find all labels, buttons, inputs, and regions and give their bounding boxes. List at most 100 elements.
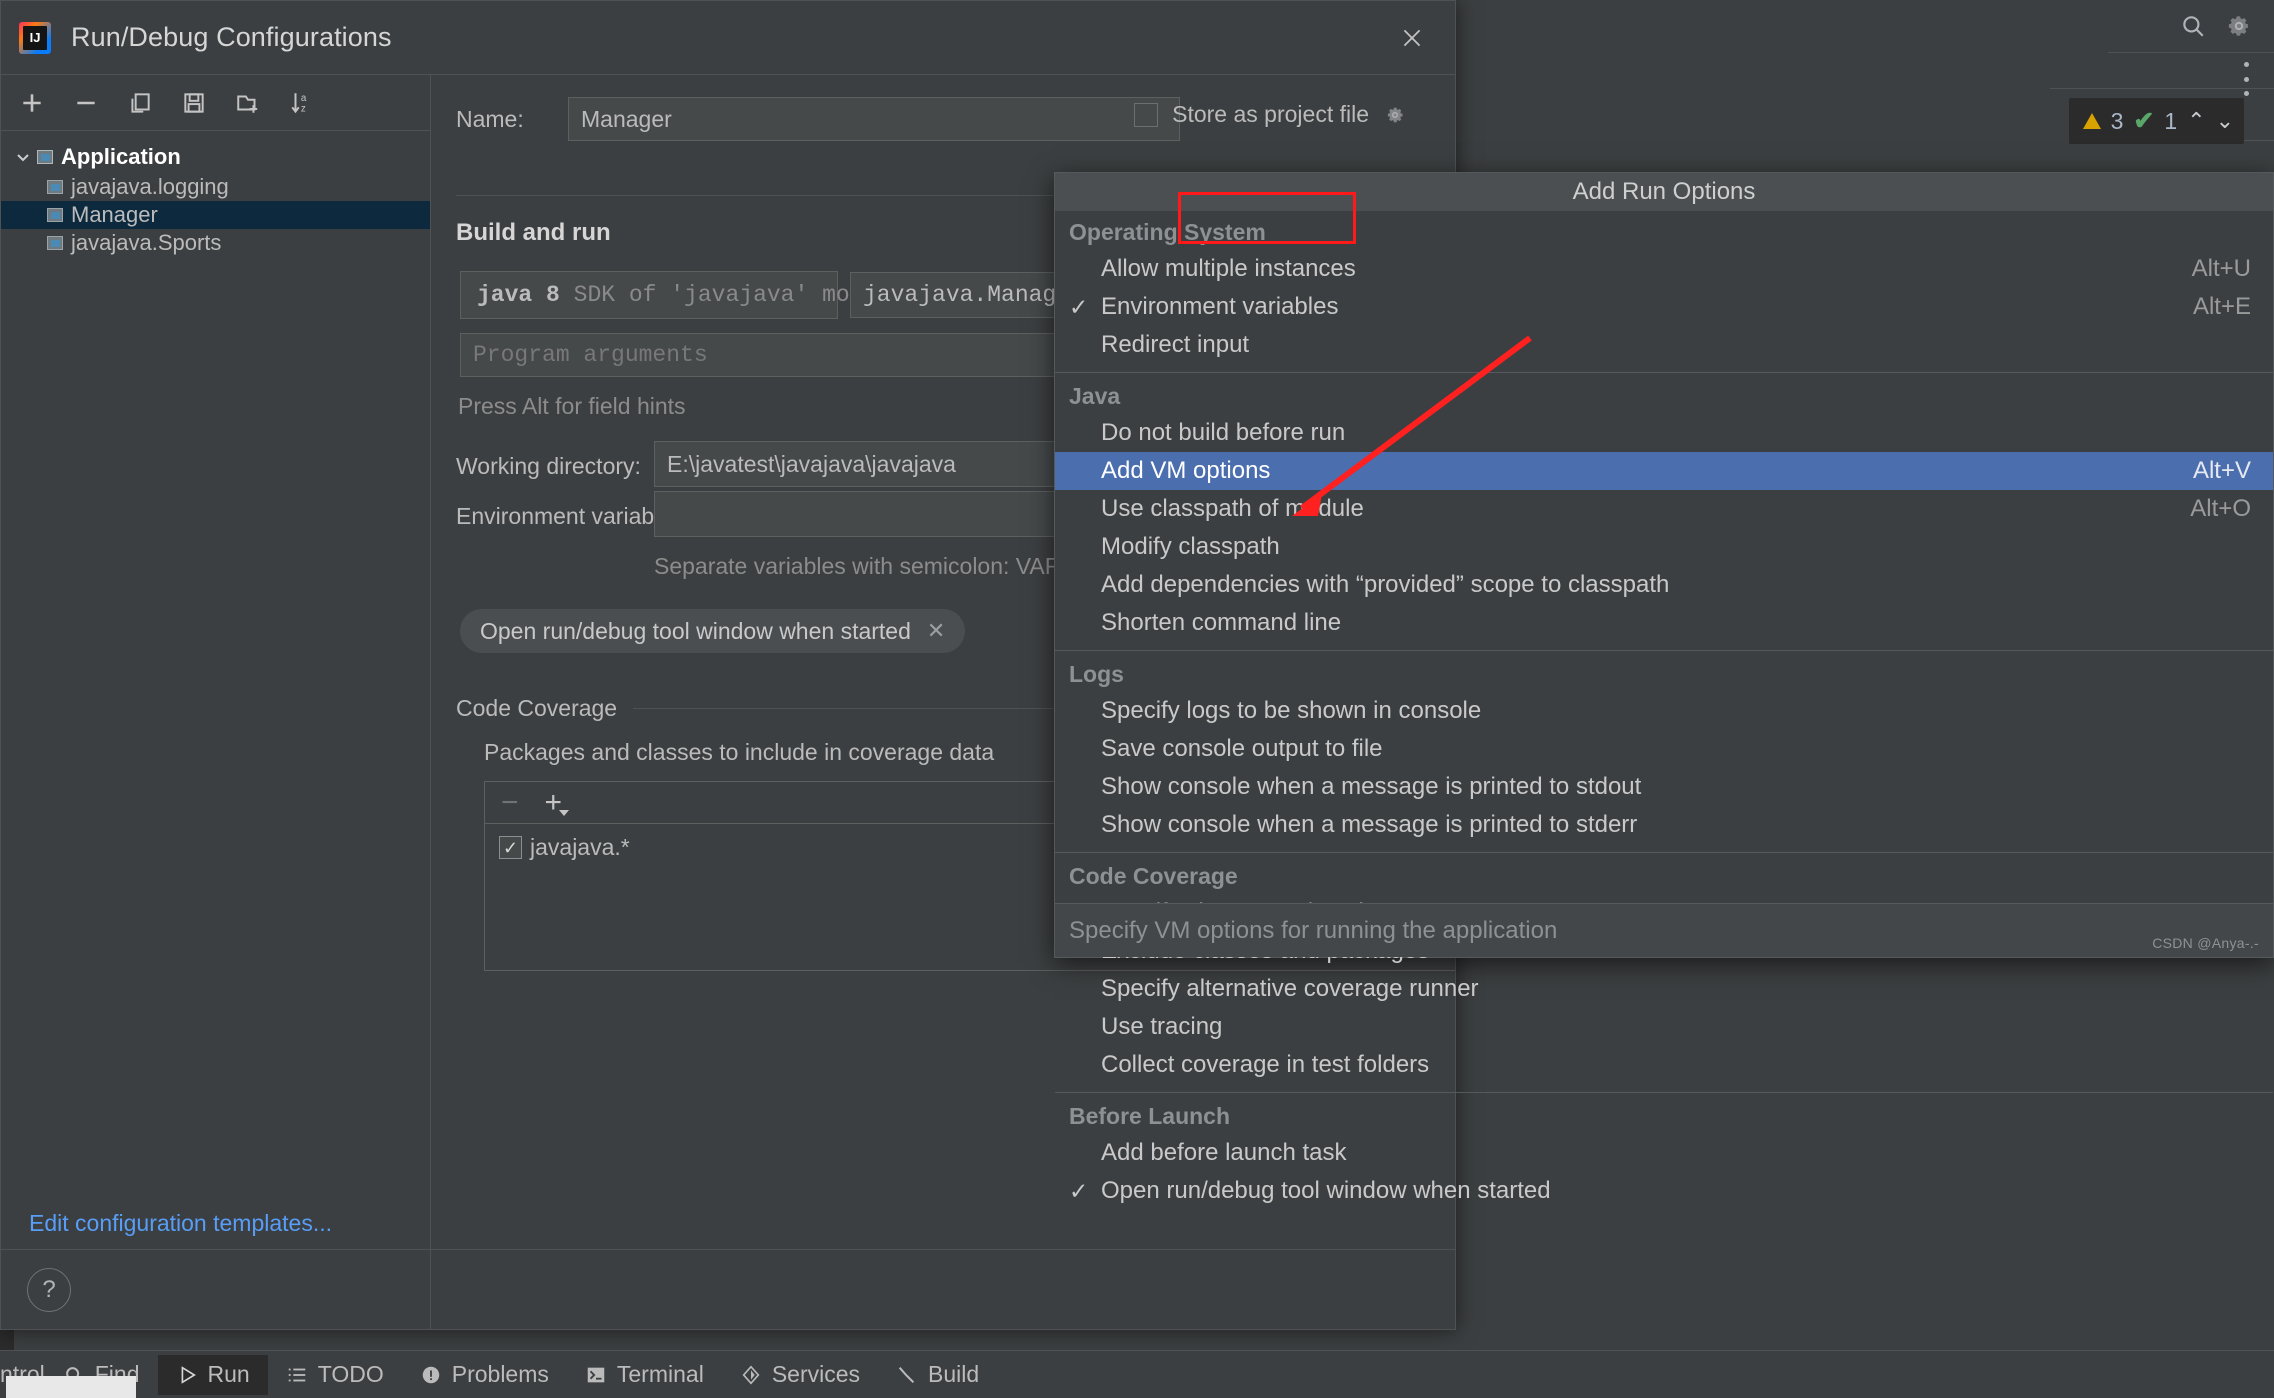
field-hints-text: Press Alt for field hints [458,393,686,420]
menu-item-label: Show console when a message is printed t… [1101,773,2251,801]
sort-alpha-icon[interactable]: a z [285,86,319,120]
menu-item-label: Add before launch task [1101,1139,2251,1167]
check-count: 1 [2164,108,2177,135]
configurations-tree-panel: a z [1,75,431,1329]
tree-group-application[interactable]: Application [1,141,430,173]
menu-item-use-classpath-of-module[interactable]: Use classpath of moduleAlt+O [1055,490,2273,528]
configurations-tree: Application javajava.logging [1,131,430,257]
checkbox-box[interactable] [499,836,522,859]
tree-group-label: Application [61,144,181,170]
menu-item-modify-classpath[interactable]: Modify classpath [1055,528,2273,566]
menu-item-label: Specify logs to be shown in console [1101,697,2251,725]
plus-icon[interactable]: + [545,788,563,818]
dialog-title: Run/Debug Configurations [71,22,392,53]
chevron-up-icon[interactable]: ⌃ [2187,108,2205,134]
plus-icon[interactable] [15,86,49,120]
minus-icon[interactable] [69,86,103,120]
menu-item-specify-logs-to-be-shown-in-console[interactable]: Specify logs to be shown in console [1055,692,2273,730]
menu-divider [1055,1092,2273,1093]
ide-divider [2050,88,2274,89]
copy-icon[interactable] [123,86,157,120]
menu-item-allow-multiple-instances[interactable]: Allow multiple instancesAlt+U [1055,250,2273,288]
gear-icon[interactable] [1383,103,1407,127]
menu-item-shorten-command-line[interactable]: Shorten command line [1055,604,2273,642]
inspection-widget[interactable]: 3 ✔ 1 ⌃ ⌄ [2069,98,2244,144]
tree-item-label: Manager [71,202,158,228]
chevron-down-icon[interactable]: ⌄ [2216,108,2234,134]
menu-item-open-run-debug-tool-window-when-started[interactable]: ✓Open run/debug tool window when started [1055,1172,2273,1210]
tool-tab-services[interactable]: Services [722,1355,878,1395]
tool-tab-problems[interactable]: Problems [402,1355,567,1395]
menu-item-label: Shorten command line [1101,609,2251,637]
menu-item-add-dependencies-with-provided-scope-to-classpath[interactable]: Add dependencies with “provided” scope t… [1055,566,2273,604]
ide-bottom-toolwindow-bar: ntrol Find Run TODO [0,1350,2274,1398]
os-taskbar-tab[interactable] [6,1376,136,1398]
coverage-item-label: javajava.* [530,834,630,861]
tool-tab-run[interactable]: Run [158,1355,268,1395]
name-input[interactable]: Manager [568,97,1180,141]
tree-item-javajava-sports[interactable]: javajava.Sports [1,229,430,257]
save-icon[interactable] [177,86,211,120]
coverage-list-label: Packages and classes to include in cover… [484,739,994,766]
menu-item-shortcut: Alt+O [2190,495,2251,523]
menu-item-collect-coverage-in-test-folders[interactable]: Collect coverage in test folders [1055,1046,2273,1084]
menu-item-add-vm-options[interactable]: Add VM optionsAlt+V [1055,452,2273,490]
menu-item-shortcut: Alt+E [2193,293,2251,321]
tree-item-javajava-logging[interactable]: javajava.logging [1,173,430,201]
tool-tab-label: Problems [452,1361,549,1388]
dialog-footer: ? [1,1249,1455,1329]
search-icon[interactable] [2180,13,2206,39]
jre-sdk-select[interactable]: java 8 SDK of 'javajava' module [460,271,838,319]
menu-item-show-console-when-a-message-is-printed-to-stdout[interactable]: Show console when a message is printed t… [1055,768,2273,806]
folder-add-icon[interactable] [231,86,265,120]
menu-item-label: Show console when a message is printed t… [1101,811,2251,839]
tree-item-manager[interactable]: Manager [1,201,430,229]
chevron-down-icon[interactable] [11,145,35,169]
menu-item-show-console-when-a-message-is-printed-to-stderr[interactable]: Show console when a message is printed t… [1055,806,2273,844]
menu-section-title: Before Launch [1055,1095,2273,1134]
menu-item-label: Redirect input [1101,331,2251,359]
open-run-debug-tool-window-chip[interactable]: Open run/debug tool window when started … [460,609,965,653]
menu-item-specify-alternative-coverage-runner[interactable]: Specify alternative coverage runner [1055,970,2273,1008]
list-icon [286,1364,308,1386]
tool-tab-build[interactable]: Build [878,1355,997,1395]
warning-triangle-icon [2083,113,2101,129]
more-options-icon[interactable] [2242,62,2250,96]
close-icon[interactable] [1395,21,1429,55]
code-coverage-title: Code Coverage [456,695,617,722]
minus-icon[interactable]: − [501,788,519,818]
check-icon: ✓ [1069,1178,1101,1205]
menu-item-environment-variables[interactable]: ✓Environment variablesAlt+E [1055,288,2273,326]
menu-divider [1055,650,2273,651]
tree-item-label: javajava.Sports [71,230,221,256]
help-button[interactable]: ? [27,1268,71,1312]
tool-tab-terminal[interactable]: Terminal [567,1355,722,1395]
menu-item-use-tracing[interactable]: Use tracing [1055,1008,2273,1046]
store-as-project-file-checkbox[interactable]: Store as project file [1134,101,1407,128]
popup-footer-hint: Specify VM options for running the appli… [1055,903,2273,957]
tool-tab-label: TODO [318,1361,384,1388]
edit-configuration-templates-link[interactable]: Edit configuration templates... [29,1210,332,1237]
gear-icon[interactable] [2226,13,2252,39]
menu-item-do-not-build-before-run[interactable]: Do not build before run [1055,414,2273,452]
menu-item-label: Use classpath of module [1101,495,2190,523]
tool-tab-todo[interactable]: TODO [268,1355,402,1395]
ide-top-right-toolbar[interactable] [2174,0,2274,52]
build-and-run-title: Build and run [456,219,611,247]
menu-item-label: Add dependencies with “provided” scope t… [1101,571,2251,599]
tool-tab-label: Terminal [617,1361,704,1388]
menu-item-redirect-input[interactable]: Redirect input [1055,326,2273,364]
working-directory-label: Working directory: [456,453,641,480]
menu-item-save-console-output-to-file[interactable]: Save console output to file [1055,730,2273,768]
menu-item-add-before-launch-task[interactable]: Add before launch task [1055,1134,2273,1172]
tree-toolbar: a z [1,75,430,131]
add-run-options-popup: Add Run Options Operating SystemAllow mu… [1054,172,2274,958]
menu-item-shortcut: Alt+V [2193,457,2251,485]
checkbox-box[interactable] [1134,103,1158,127]
close-icon[interactable]: ✕ [927,618,945,644]
menu-item-label: Collect coverage in test folders [1101,1051,2251,1079]
watermark: CSDN @Anya-.- [2152,935,2259,951]
menu-item-shortcut: Alt+U [2192,255,2251,283]
menu-divider [1055,372,2273,373]
menu-item-label: Do not build before run [1101,419,2251,447]
